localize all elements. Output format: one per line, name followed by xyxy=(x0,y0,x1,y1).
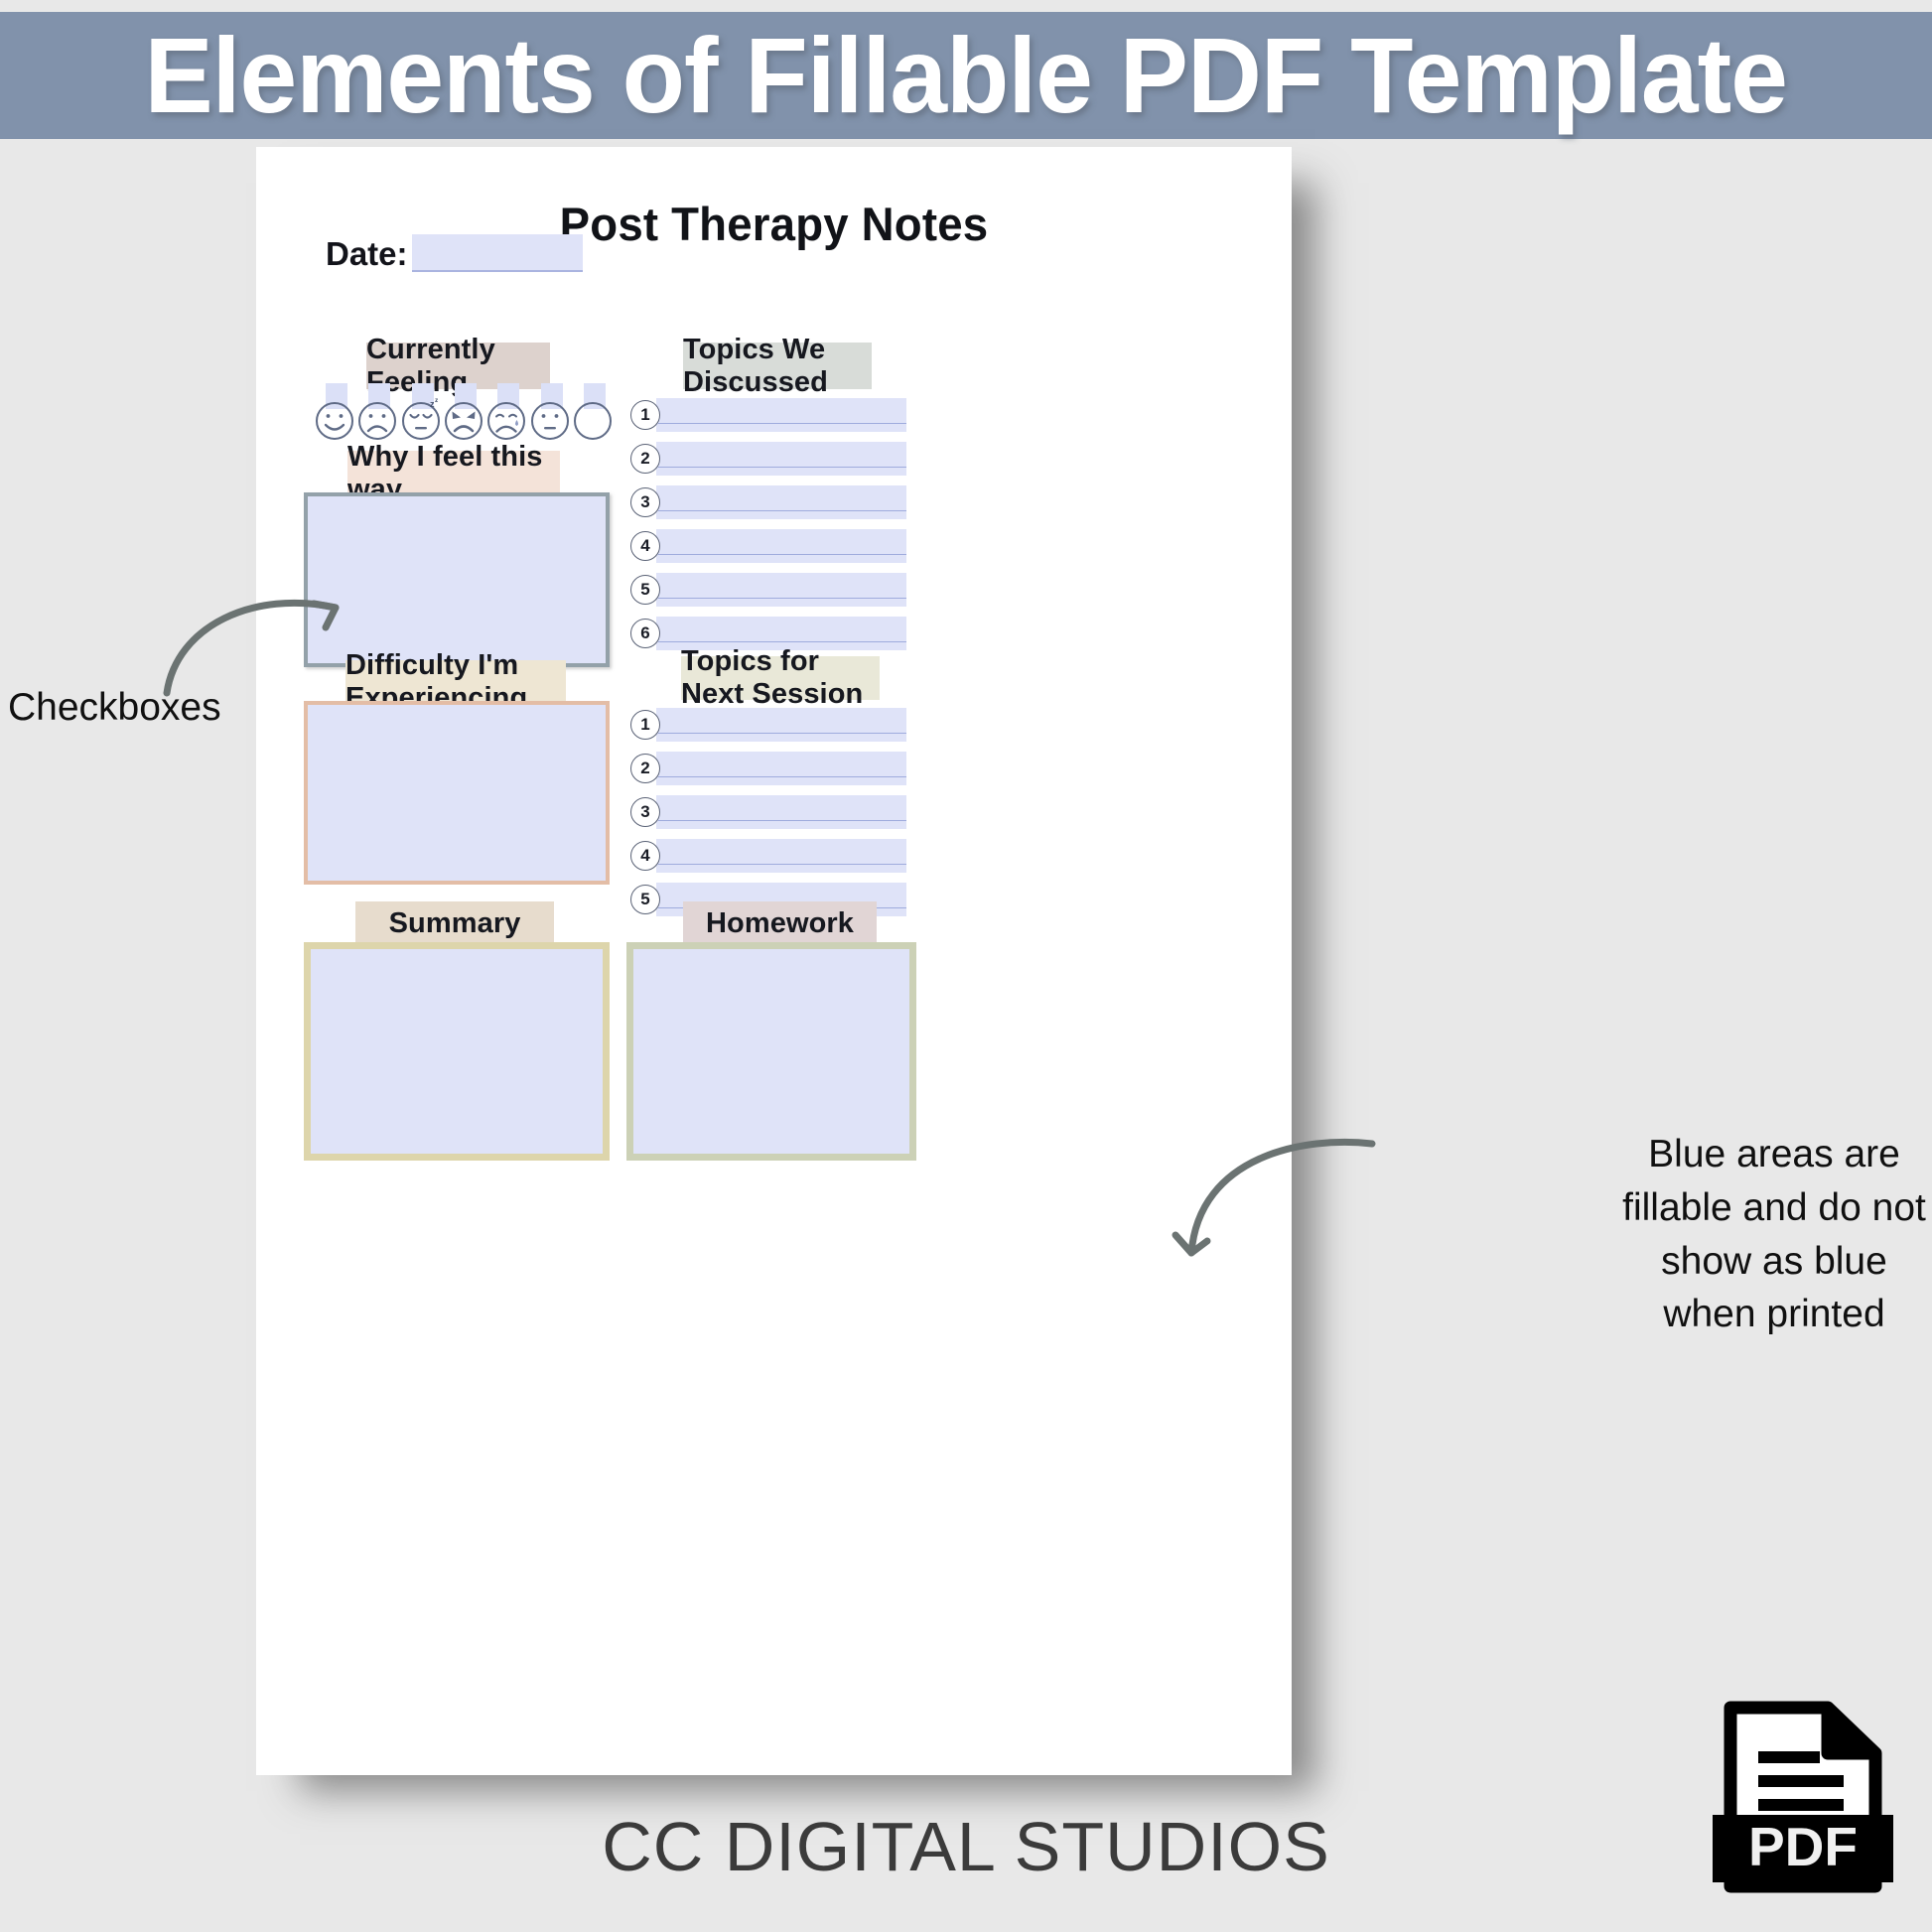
mood-option-sleepy[interactable]: z z xyxy=(401,383,441,445)
topic-input[interactable] xyxy=(656,708,906,742)
pdf-page-preview: Post Therapy Notes Date: Currently Feeli… xyxy=(256,147,1292,1775)
currently-feeling-header: Currently Feeling xyxy=(366,334,550,398)
mood-checkbox-row: z z xyxy=(315,383,613,445)
banner-title: Elements of Fillable PDF Template xyxy=(144,15,1788,135)
pdf-file-icon: PDF xyxy=(1713,1701,1893,1893)
item-number: 4 xyxy=(630,531,660,561)
mood-option-crying[interactable] xyxy=(486,383,526,445)
brand-footer: CC DIGITAL STUDIOS xyxy=(602,1808,1330,1885)
blank-face-icon xyxy=(574,402,613,440)
item-number: 2 xyxy=(630,444,660,474)
blue-areas-annotation: Blue areas are fillable and do not show … xyxy=(1622,1133,1926,1336)
difficulty-textarea[interactable] xyxy=(304,701,610,885)
mood-option-happy[interactable] xyxy=(315,383,354,445)
list-item[interactable]: 1 xyxy=(630,393,906,437)
checkboxes-annotation: Checkboxes xyxy=(8,686,221,729)
summary-header: Summary xyxy=(355,901,554,946)
topic-input[interactable] xyxy=(656,529,906,563)
topic-input[interactable] xyxy=(656,442,906,476)
mood-option-neutral[interactable] xyxy=(530,383,570,445)
topic-input[interactable] xyxy=(656,795,906,829)
date-row: Date: xyxy=(326,234,583,272)
summary-textarea[interactable] xyxy=(304,942,610,1161)
topics-discussed-header: Topics We Discussed xyxy=(683,334,872,398)
item-number: 1 xyxy=(630,400,660,430)
list-item[interactable]: 5 xyxy=(630,568,906,612)
item-number: 3 xyxy=(630,797,660,827)
angry-face-icon xyxy=(445,402,483,440)
item-number: 3 xyxy=(630,487,660,517)
item-number: 6 xyxy=(630,619,660,648)
topics-discussed-list: 1 2 3 4 5 6 xyxy=(630,393,906,655)
date-input[interactable] xyxy=(411,234,583,272)
list-item[interactable]: 3 xyxy=(630,790,906,834)
list-item[interactable]: 4 xyxy=(630,524,906,568)
sleepy-face-icon: z z xyxy=(401,397,440,440)
item-number: 5 xyxy=(630,885,660,914)
homework-textarea[interactable] xyxy=(626,942,916,1161)
topic-input[interactable] xyxy=(656,485,906,519)
topic-input[interactable] xyxy=(656,839,906,873)
homework-header: Homework xyxy=(683,901,877,946)
date-label: Date: xyxy=(326,235,408,272)
item-number: 1 xyxy=(630,710,660,740)
crying-face-icon xyxy=(487,402,526,440)
header-banner: Elements of Fillable PDF Template xyxy=(0,12,1932,139)
list-item[interactable]: 3 xyxy=(630,481,906,524)
list-item[interactable]: 4 xyxy=(630,834,906,878)
why-i-feel-header: Why I feel this way xyxy=(347,441,560,505)
topics-next-session-header: Topics for Next Session xyxy=(681,645,880,710)
item-number: 4 xyxy=(630,841,660,871)
difficulty-header: Difficulty I'm Experiencing xyxy=(345,649,566,714)
topic-input[interactable] xyxy=(656,398,906,432)
neutral-face-icon xyxy=(530,402,569,440)
item-number: 5 xyxy=(630,575,660,605)
mood-option-sad[interactable] xyxy=(357,383,397,445)
item-number: 2 xyxy=(630,754,660,783)
list-item[interactable]: 1 xyxy=(630,703,906,747)
topics-next-session-list: 1 2 3 4 5 xyxy=(630,703,906,921)
pdf-icon-label: PDF xyxy=(1748,1816,1858,1877)
list-item[interactable]: 2 xyxy=(630,437,906,481)
happy-face-icon xyxy=(316,402,353,440)
svg-text:z: z xyxy=(435,397,439,404)
mood-option-blank[interactable] xyxy=(573,383,613,445)
sad-face-icon xyxy=(358,402,397,440)
topic-input[interactable] xyxy=(656,573,906,607)
list-item[interactable]: 2 xyxy=(630,747,906,790)
blue-areas-arrow-icon xyxy=(1172,1138,1376,1257)
topic-input[interactable] xyxy=(656,752,906,785)
mood-option-angry[interactable] xyxy=(444,383,483,445)
